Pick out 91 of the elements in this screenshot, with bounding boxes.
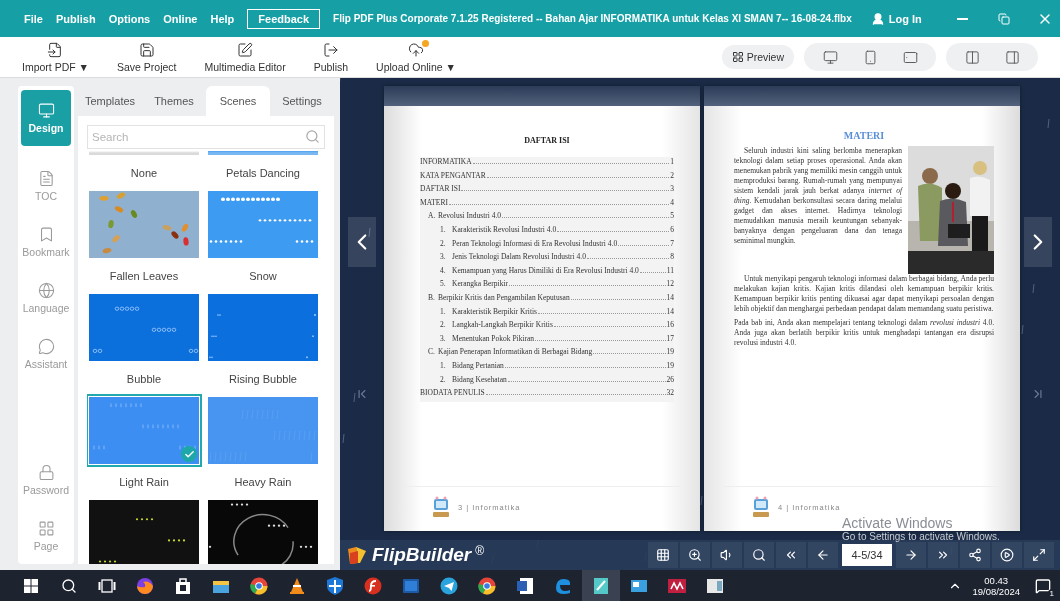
computer-mascot-icon <box>432 496 450 518</box>
next-page-button[interactable] <box>1024 217 1052 267</box>
paper-plane-icon[interactable] <box>439 575 459 596</box>
toolbar-button[interactable]: Multimedia Editor <box>204 41 286 73</box>
tab[interactable]: Templates <box>78 86 142 116</box>
registered-mark: ® <box>475 544 485 558</box>
chat-icon <box>1035 577 1051 594</box>
restore-icon <box>997 12 1010 25</box>
monitor-icon <box>37 102 55 119</box>
shopping-bag-icon[interactable] <box>173 575 193 596</box>
search-icon <box>752 548 766 562</box>
shield-icon[interactable] <box>325 575 345 596</box>
tab[interactable]: Themes <box>142 86 206 116</box>
scene-name: Heavy Rain <box>234 476 292 488</box>
edit-icon <box>237 41 254 58</box>
double-chevron-left-icon <box>784 548 798 562</box>
minimize-icon <box>957 17 969 20</box>
activation-notice-text: Go to Settings to activate Windows. <box>842 531 1000 542</box>
computer-mascot-icon <box>752 496 770 518</box>
double-page-icon <box>964 49 980 65</box>
windows-logo-icon[interactable] <box>24 578 38 593</box>
share-button[interactable] <box>960 542 990 568</box>
scene-name: Bubble <box>126 373 162 385</box>
monitor-icon <box>822 49 838 65</box>
play-icon <box>1000 548 1014 562</box>
page-number-field[interactable]: 4-5/34 <box>842 544 892 566</box>
scene-name: Petals Dancing <box>226 167 300 179</box>
export-icon <box>322 41 339 58</box>
document-icon[interactable] <box>515 575 535 596</box>
page-heading: DAFTAR ISI <box>523 136 571 145</box>
thumbnails-button[interactable] <box>648 542 678 568</box>
toolbar-button[interactable]: Publish <box>313 41 349 73</box>
first-page-button[interactable] <box>776 542 806 568</box>
autoplay-button[interactable] <box>992 542 1022 568</box>
grid-icon <box>37 520 55 537</box>
tab[interactable]: Scenes <box>206 86 270 116</box>
cloud-upload-icon <box>408 41 424 58</box>
last-page-icon[interactable] <box>1031 387 1045 401</box>
preview-button[interactable]: Preview <box>721 45 794 69</box>
fullscreen-icon <box>1032 548 1046 562</box>
user-icon <box>870 11 885 26</box>
notifications-button[interactable]: 1 <box>1032 574 1054 597</box>
double-chevron-right-icon <box>936 548 950 562</box>
first-page-icon[interactable] <box>355 387 369 401</box>
grid-icon <box>656 548 670 562</box>
search-field[interactable]: Search <box>87 125 325 149</box>
scene-name: Fallen Leaves <box>109 270 179 282</box>
scene-name: None <box>130 167 158 179</box>
page-heading: MATERI <box>842 130 886 141</box>
tablet-icon <box>902 49 918 65</box>
clock[interactable]: 00.43 19/08/2024 <box>972 574 1020 597</box>
brand-name: FlipBuilder <box>372 544 472 566</box>
next-button[interactable] <box>896 542 926 568</box>
fox-globe-icon[interactable] <box>135 575 155 596</box>
zoom-in-icon <box>688 548 702 562</box>
book-logo-icon <box>346 545 368 565</box>
search-button[interactable] <box>744 542 774 568</box>
share-icon <box>968 548 982 562</box>
toolbar-button[interactable]: Save Project <box>117 41 177 73</box>
window-title: Flip PDF Plus Corporate 7.1.25 Registered -- Bahan Ajar INFORMATIKA untuk Kelas XI SMAN 7-- 16-08-24.flbx <box>333 13 852 24</box>
sound-button[interactable] <box>712 542 742 568</box>
tab[interactable]: Settings <box>270 86 334 116</box>
last-page-button[interactable] <box>928 542 958 568</box>
single-page-icon <box>1004 49 1020 65</box>
lock-icon <box>37 464 55 481</box>
save-icon <box>138 41 155 58</box>
flash-player-icon[interactable] <box>363 575 383 596</box>
previous-button[interactable] <box>808 542 838 568</box>
previous-page-button[interactable] <box>348 217 376 267</box>
document-icon <box>37 170 55 187</box>
ring-icon[interactable] <box>249 575 269 596</box>
activation-notice-title: Activate Windows <box>842 515 954 531</box>
scene-name: Snow <box>249 270 277 282</box>
toolbar-button[interactable]: Import PDF ▼ <box>22 41 89 73</box>
notification-count: 1 <box>1047 588 1056 598</box>
ring-icon[interactable] <box>477 575 497 596</box>
search-icon[interactable] <box>61 577 77 594</box>
scene-name: Rising Bubble <box>229 373 297 385</box>
zoom-in-button[interactable] <box>680 542 710 568</box>
toolbar-button[interactable]: Upload Online ▼ <box>376 41 456 73</box>
chat-icon <box>37 338 55 355</box>
arrow-right-icon <box>904 548 918 562</box>
file-import-icon <box>47 41 64 58</box>
brush-icon[interactable] <box>591 575 611 596</box>
check-icon <box>183 448 195 460</box>
globe-icon <box>37 282 55 299</box>
grid-icon <box>731 51 744 63</box>
search-icon <box>305 129 320 144</box>
fullscreen-button[interactable] <box>1024 542 1054 568</box>
scene-name: Light Rain <box>119 476 169 488</box>
phone-icon <box>862 49 878 65</box>
